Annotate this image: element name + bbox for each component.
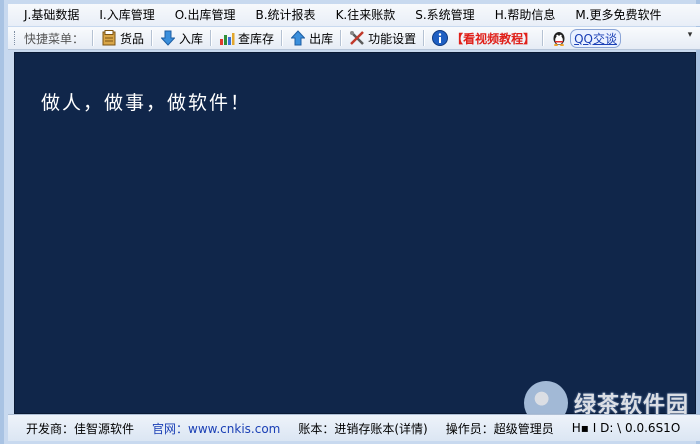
arrow-down-icon bbox=[160, 30, 176, 46]
quick-toolbar: 快捷菜单： 货品 入库 查库存 出库 功能设置 【看视频教程】 QQ交谈 ▾ bbox=[8, 27, 700, 50]
toolbar-separator bbox=[92, 30, 95, 46]
toolbar-separator bbox=[542, 30, 545, 46]
video-tutorial-button[interactable]: 【看视频教程】 bbox=[429, 28, 538, 48]
status-operator: 操作员：超级管理员 bbox=[445, 421, 554, 436]
info-icon bbox=[432, 30, 449, 46]
toolbar-grip[interactable] bbox=[14, 31, 18, 45]
status-account-book[interactable]: 账本：进销存账本(详情) bbox=[298, 420, 427, 437]
inventory-button-label: 查库存 bbox=[238, 31, 275, 46]
slogan-text: 做人，做事，做软件！ bbox=[41, 92, 252, 114]
menu-system[interactable]: S.系统管理 bbox=[405, 4, 484, 26]
stock-in-button[interactable]: 入库 bbox=[157, 28, 206, 48]
menu-stock-in[interactable]: I.入库管理 bbox=[89, 4, 164, 26]
status-hardware-id: H▪ I D: \ 0.0.6S1O bbox=[571, 421, 681, 435]
chevron-down-icon[interactable]: ▾ bbox=[684, 30, 696, 46]
inventory-button[interactable]: 查库存 bbox=[216, 28, 277, 48]
status-website-link[interactable]: 官网：www.cnkis.com bbox=[152, 420, 280, 437]
goods-icon bbox=[101, 30, 117, 46]
qq-chat-label: QQ交谈 bbox=[570, 28, 622, 48]
toolbar-separator bbox=[210, 30, 213, 46]
stock-out-button-label: 出库 bbox=[309, 31, 334, 46]
menu-basic-data[interactable]: J.基础数据 bbox=[8, 4, 89, 26]
qq-penguin-icon bbox=[551, 30, 567, 46]
menu-bar: J.基础数据 I.入库管理 O.出库管理 B.统计报表 K.往来账款 S.系统管… bbox=[8, 4, 700, 26]
stock-in-button-label: 入库 bbox=[179, 31, 204, 46]
status-developer: 开发商：佳智源软件 bbox=[26, 421, 135, 436]
bar-chart-icon bbox=[219, 30, 235, 46]
menu-reports[interactable]: B.统计报表 bbox=[246, 4, 326, 26]
settings-button-label: 功能设置 bbox=[368, 31, 417, 46]
arrow-up-icon bbox=[290, 30, 306, 46]
tools-icon bbox=[349, 30, 365, 46]
qq-chat-button[interactable]: QQ交谈 bbox=[548, 28, 624, 48]
toolbar-separator bbox=[340, 30, 343, 46]
app-window: J.基础数据 I.入库管理 O.出库管理 B.统计报表 K.往来账款 S.系统管… bbox=[0, 0, 700, 444]
menu-more-software[interactable]: M.更多免费软件 bbox=[565, 4, 671, 26]
menu-help[interactable]: H.帮助信息 bbox=[485, 4, 566, 26]
menu-stock-out[interactable]: O.出库管理 bbox=[165, 4, 246, 26]
goods-button-label: 货品 bbox=[120, 31, 145, 46]
menu-accounts[interactable]: K.往来账款 bbox=[326, 4, 406, 26]
stock-out-button[interactable]: 出库 bbox=[287, 28, 336, 48]
status-bar: 开发商：佳智源软件 官网：www.cnkis.com 账本：进销存账本(详情) … bbox=[8, 414, 700, 441]
video-tutorial-label: 【看视频教程】 bbox=[451, 31, 536, 46]
settings-button[interactable]: 功能设置 bbox=[346, 28, 419, 48]
quick-menu-label: 快捷菜单： bbox=[24, 31, 85, 46]
toolbar-separator bbox=[423, 30, 426, 46]
goods-button[interactable]: 货品 bbox=[98, 28, 147, 48]
toolbar-separator bbox=[281, 30, 284, 46]
toolbar-separator bbox=[151, 30, 154, 46]
main-content-area: 做人，做事，做软件！ bbox=[14, 52, 696, 414]
